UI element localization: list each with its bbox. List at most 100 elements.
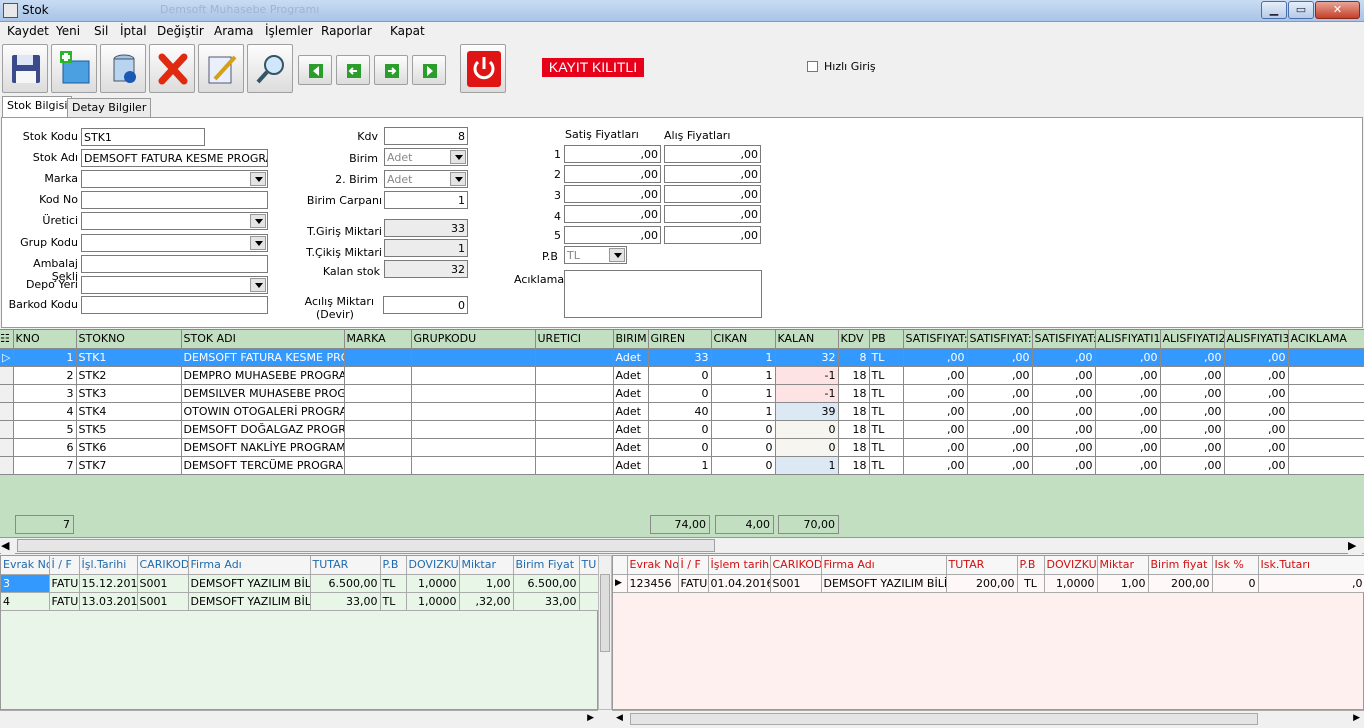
table-cell[interactable] — [411, 420, 536, 439]
table-cell[interactable]: ,00 — [903, 402, 968, 421]
table-cell[interactable]: 0 — [648, 420, 712, 439]
table-cell[interactable]: ,00 — [1224, 420, 1289, 439]
table-cell[interactable]: 18 — [838, 438, 870, 457]
table-cell[interactable]: ,00 — [1224, 348, 1289, 367]
row-selector[interactable] — [0, 456, 14, 475]
table-cell[interactable] — [579, 592, 600, 611]
table-cell[interactable]: 18 — [838, 384, 870, 403]
chevron-down-icon[interactable] — [450, 150, 466, 164]
table-cell[interactable]: 4 — [13, 402, 77, 421]
table-cell[interactable] — [535, 438, 614, 457]
col-header[interactable]: Isk.Tutarı — [1258, 556, 1364, 575]
last-record-button[interactable] — [412, 55, 446, 85]
prev-record-button[interactable] — [336, 55, 370, 85]
table-cell[interactable]: 0 — [648, 384, 712, 403]
table-cell[interactable]: DEMSOFT NAKLİYE PROGRAM — [181, 438, 345, 457]
table-cell[interactable] — [535, 384, 614, 403]
purchase-horizontal-scrollbar[interactable]: ▶ — [0, 710, 598, 728]
row-selector-header[interactable]: ☷ — [0, 330, 14, 349]
table-cell[interactable]: S001 — [770, 574, 822, 593]
table-cell[interactable]: DEMSILVER MUHASEBE PROG — [181, 384, 345, 403]
new-button[interactable] — [51, 44, 97, 93]
alis-price-2[interactable]: ,00 — [664, 165, 761, 183]
table-cell[interactable]: ,00 — [1032, 456, 1096, 475]
acilis-input[interactable]: 0 — [383, 296, 468, 314]
exit-button[interactable] — [460, 44, 506, 93]
col-header[interactable]: P.B — [380, 556, 407, 575]
table-cell[interactable]: Adet — [613, 348, 649, 367]
table-cell[interactable] — [411, 384, 536, 403]
col-header[interactable]: TUTAR — [310, 556, 381, 575]
table-cell[interactable]: ,00 — [1095, 420, 1161, 439]
menu-degistir[interactable]: Değiştir — [157, 24, 204, 38]
table-cell[interactable]: 0 — [711, 420, 776, 439]
table-cell[interactable] — [535, 348, 614, 367]
cancel-button[interactable] — [149, 44, 195, 93]
table-cell[interactable]: 33,00 — [310, 592, 381, 611]
table-cell[interactable]: 3 — [13, 384, 77, 403]
tab-stok-bilgisi[interactable]: Stok Bilgisi — [2, 96, 73, 119]
stok-kodu-input[interactable]: STK1 — [81, 128, 205, 146]
table-cell[interactable]: ,00 — [967, 456, 1033, 475]
table-cell[interactable]: Adet — [613, 366, 649, 385]
col-header[interactable]: SATISFIYAT: — [967, 330, 1033, 349]
menu-kaydet[interactable]: Kaydet — [7, 24, 49, 38]
col-header[interactable]: CIKAN — [711, 330, 776, 349]
col-header[interactable]: Firma Adı — [188, 556, 311, 575]
col-header[interactable]: DOVIZKU — [1044, 556, 1098, 575]
table-cell[interactable]: 18 — [838, 366, 870, 385]
table-cell[interactable]: OTOWIN OTOGALERİ PROGRA — [181, 402, 345, 421]
table-cell[interactable] — [411, 366, 536, 385]
menu-yeni[interactable]: Yeni — [56, 24, 80, 38]
table-cell[interactable]: 4 — [1, 592, 50, 611]
menu-islemler[interactable]: İşlemler — [265, 24, 313, 38]
table-cell[interactable] — [411, 348, 536, 367]
table-cell[interactable]: 0 — [1212, 574, 1259, 593]
table-cell[interactable]: STK3 — [76, 384, 182, 403]
table-cell[interactable]: ,00 — [1224, 438, 1289, 457]
table-cell[interactable] — [411, 456, 536, 475]
table-cell[interactable]: TL — [869, 438, 904, 457]
col-header[interactable]: İşl.Tarihi — [79, 556, 138, 575]
col-header[interactable]: STOK ADI — [181, 330, 345, 349]
table-cell[interactable]: ,00 — [1160, 456, 1225, 475]
col-header[interactable]: Miktar — [1097, 556, 1149, 575]
table-row[interactable]: 7 STK7 DEMSOFT TERCÜME PROGRA Adet 1 0 1 18 TL ,0… — [0, 456, 1364, 475]
search-button[interactable] — [247, 44, 293, 93]
table-cell[interactable]: FATU — [49, 574, 80, 593]
table-cell[interactable]: DEMSOFT YAZILIM BİLİ — [188, 592, 311, 611]
table-row[interactable]: 6 STK6 DEMSOFT NAKLİYE PROGRAM Adet 0 0 0 18 TL,… — [0, 438, 1364, 457]
scroll-right-icon[interactable]: ▶ — [1353, 713, 1360, 723]
table-cell[interactable]: Adet — [613, 420, 649, 439]
table-cell[interactable]: ,00 — [1095, 402, 1161, 421]
table-cell[interactable]: DEMSOFT YAZILIM BİLİ — [188, 574, 311, 593]
col-header[interactable]: SATISFIYAT: — [903, 330, 968, 349]
table-cell[interactable]: ,00 — [1095, 366, 1161, 385]
table-cell[interactable]: ,00 — [967, 420, 1033, 439]
satis-price-3[interactable]: ,00 — [564, 185, 661, 203]
table-cell[interactable]: 39 — [775, 402, 839, 421]
table-cell[interactable]: 5 — [13, 420, 77, 439]
first-record-button[interactable] — [298, 55, 332, 85]
table-cell[interactable]: ,00 — [903, 384, 968, 403]
table-cell[interactable]: 1 — [711, 384, 776, 403]
table-cell[interactable]: S001 — [137, 574, 189, 593]
tab-detay-bilgiler[interactable]: Detay Bilgiler — [67, 98, 152, 118]
table-cell[interactable]: ,00 — [1032, 384, 1096, 403]
table-cell[interactable] — [344, 384, 412, 403]
scroll-thumb[interactable] — [630, 713, 1258, 725]
table-cell[interactable]: ,00 — [1160, 366, 1225, 385]
grid-horizontal-scrollbar[interactable]: ◀ ▶ — [0, 537, 1364, 554]
table-cell[interactable]: 33,00 — [513, 592, 580, 611]
satis-price-1[interactable]: ,00 — [564, 145, 661, 163]
table-cell[interactable]: 0 — [775, 438, 839, 457]
satis-price-5[interactable]: ,00 — [564, 226, 661, 244]
maximize-button[interactable]: ▭ — [1288, 1, 1314, 19]
table-cell[interactable] — [411, 438, 536, 457]
table-cell[interactable]: ,00 — [903, 366, 968, 385]
table-cell[interactable]: ,00 — [1032, 366, 1096, 385]
col-header[interactable]: URETICI — [535, 330, 614, 349]
menu-kapat[interactable]: Kapat — [390, 24, 425, 38]
col-header[interactable]: ALISFIYATI2 — [1160, 330, 1225, 349]
marka-select[interactable] — [81, 170, 268, 188]
